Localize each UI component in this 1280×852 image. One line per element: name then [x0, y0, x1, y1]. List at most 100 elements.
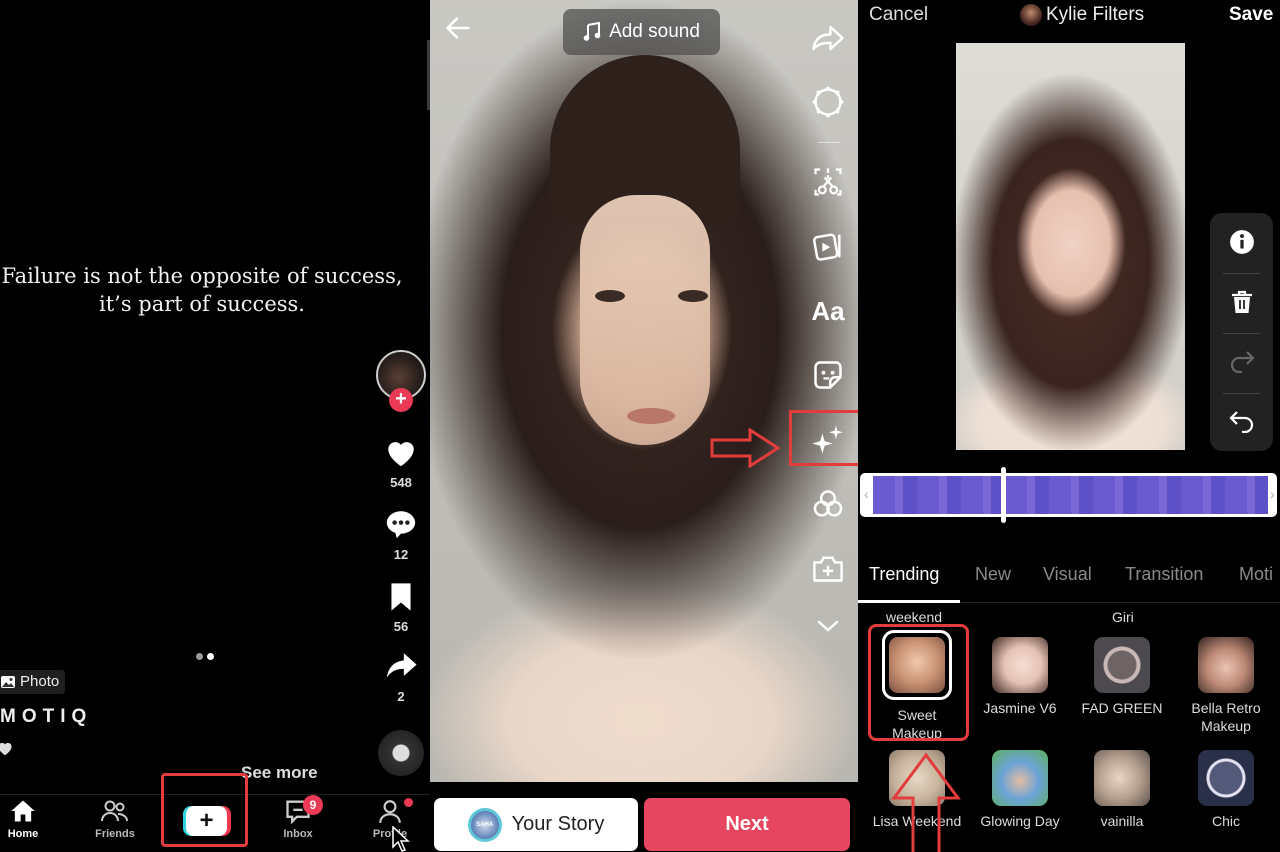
- active-tab-indicator: [858, 600, 960, 603]
- share-icon: [386, 653, 417, 678]
- effect-name: Bella Retro Makeup: [1174, 699, 1278, 735]
- nav-friends-label: Friends: [95, 828, 135, 840]
- carousel-dot: [196, 653, 203, 660]
- comment-count: 12: [393, 547, 409, 562]
- bookmark-icon: [391, 583, 411, 611]
- friends-icon: [101, 800, 128, 822]
- photo-preview: [430, 0, 858, 782]
- text-icon: Aa: [811, 295, 845, 326]
- author-name[interactable]: MOTIQ: [0, 706, 92, 728]
- comment-icon: [386, 511, 416, 539]
- tab-visual[interactable]: Visual: [1043, 564, 1092, 585]
- your-story-label: Your Story: [511, 813, 605, 835]
- nav-profile-label: Profile: [372, 828, 408, 840]
- effect-name: vainilla: [1100, 813, 1144, 829]
- nav-home[interactable]: Home: [0, 798, 58, 840]
- chevron-right-icon[interactable]: ›: [1270, 486, 1275, 502]
- carousel-dots: [196, 647, 218, 665]
- small-heart-icon: [0, 740, 14, 761]
- templates-button[interactable]: [808, 226, 848, 266]
- follow-button[interactable]: +: [389, 388, 413, 412]
- tab-transition[interactable]: Transition: [1125, 564, 1203, 585]
- effect-item-vainilla[interactable]: vainilla: [1070, 750, 1174, 830]
- see-more-link[interactable]: See more: [241, 763, 318, 783]
- annotation-arrow-up-icon: [891, 752, 961, 852]
- next-button[interactable]: Next: [644, 798, 850, 851]
- arrow-left-icon: [446, 17, 470, 39]
- like-button[interactable]: 548: [374, 436, 428, 490]
- carousel-dot-active: [207, 653, 214, 660]
- trash-icon: [1231, 290, 1252, 313]
- info-button[interactable]: [1210, 213, 1273, 271]
- enhance-button[interactable]: [808, 82, 848, 122]
- home-icon: [11, 800, 35, 822]
- effect-item-glowing-day[interactable]: Glowing Day: [968, 750, 1072, 830]
- effect-name: FAD GREEN: [1081, 700, 1163, 716]
- share-button[interactable]: 2: [374, 650, 428, 704]
- sticker-icon: [814, 361, 842, 389]
- nav-home-label: Home: [7, 828, 39, 840]
- creator-mini-avatar: [1020, 4, 1042, 26]
- filters-button[interactable]: [808, 484, 848, 524]
- annotation-highlight-effects: [789, 410, 858, 466]
- effect-item-chic[interactable]: Chic: [1174, 750, 1278, 830]
- effect-item-jasmine-v6[interactable]: Jasmine V6: [968, 637, 1072, 717]
- undo-button[interactable]: [1210, 393, 1273, 451]
- previous-row-label: Giri: [1112, 609, 1134, 625]
- effect-item-bella-retro-makeup[interactable]: Bella Retro Makeup: [1174, 637, 1278, 735]
- tab-trending[interactable]: Trending: [869, 564, 939, 585]
- post-quote-text: Failure is not the opposite of success, …: [1, 264, 403, 316]
- feed-panel: Failure is not the opposite of success, …: [0, 0, 430, 852]
- photo-badge: Photo: [0, 670, 66, 694]
- comment-button[interactable]: 12: [374, 508, 428, 562]
- save-button[interactable]: Save: [1229, 4, 1273, 26]
- nav-friends[interactable]: Friends: [80, 798, 150, 840]
- enhance-icon: [812, 86, 844, 118]
- add-sound-button[interactable]: Add sound: [563, 9, 720, 55]
- profile-icon: [379, 800, 401, 824]
- bookmark-button[interactable]: 56: [374, 582, 428, 634]
- timeline-playhead[interactable]: [1001, 467, 1007, 523]
- nav-inbox-label: Inbox: [283, 828, 313, 840]
- redo-button[interactable]: [1210, 333, 1273, 391]
- camera-plus-icon: [813, 556, 843, 582]
- heart-icon: [388, 442, 414, 467]
- tab-new[interactable]: New: [975, 564, 1011, 585]
- cancel-button[interactable]: Cancel: [869, 4, 928, 26]
- add-sound-label: Add sound: [609, 21, 700, 42]
- chevron-left-icon[interactable]: ‹: [864, 486, 869, 502]
- effects-header: Cancel Kylie Filters Save: [858, 0, 1280, 34]
- your-story-button[interactable]: SAHA Your Story: [434, 798, 638, 851]
- delete-button[interactable]: [1210, 273, 1273, 331]
- tab-motion[interactable]: Moti: [1239, 564, 1273, 585]
- effects-panel: Cancel Kylie Filters Save ‹ › Trending N…: [858, 0, 1280, 852]
- effect-name: Jasmine V6: [983, 700, 1057, 716]
- template-play-icon: [813, 233, 841, 261]
- previous-row-label: weekend: [886, 609, 943, 625]
- effect-name: Glowing Day: [980, 813, 1060, 829]
- effect-name-line1: Bella Retro: [1191, 700, 1261, 716]
- sound-disc[interactable]: [378, 730, 424, 776]
- back-button[interactable]: [444, 14, 472, 47]
- text-button[interactable]: Aa: [808, 291, 848, 331]
- filters-icon: [813, 490, 843, 517]
- effect-thumbnail: [1094, 750, 1150, 806]
- add-clip-button[interactable]: [808, 548, 848, 588]
- effects-title-label: Kylie Filters: [1046, 4, 1145, 25]
- timeline-clip[interactable]: [873, 476, 1268, 514]
- nav-profile[interactable]: Profile: [355, 798, 425, 840]
- timeline-track[interactable]: ‹ ›: [860, 473, 1277, 517]
- inbox-badge: 9: [303, 795, 323, 815]
- video-preview: [956, 43, 1185, 450]
- effect-thumbnail: [992, 750, 1048, 806]
- cut-button[interactable]: [808, 162, 848, 202]
- toolbar-divider: [818, 142, 840, 143]
- photo-eye: [595, 290, 625, 302]
- more-tools-button[interactable]: [808, 606, 848, 646]
- effect-item-fad-green[interactable]: FAD GREEN: [1070, 637, 1174, 717]
- effects-tabs: Trending New Visual Transition Moti: [858, 555, 1280, 603]
- share-forward-button[interactable]: [808, 18, 848, 58]
- photo-lips: [627, 408, 675, 424]
- stickers-button[interactable]: [808, 355, 848, 395]
- effect-thumbnail: [1094, 637, 1150, 693]
